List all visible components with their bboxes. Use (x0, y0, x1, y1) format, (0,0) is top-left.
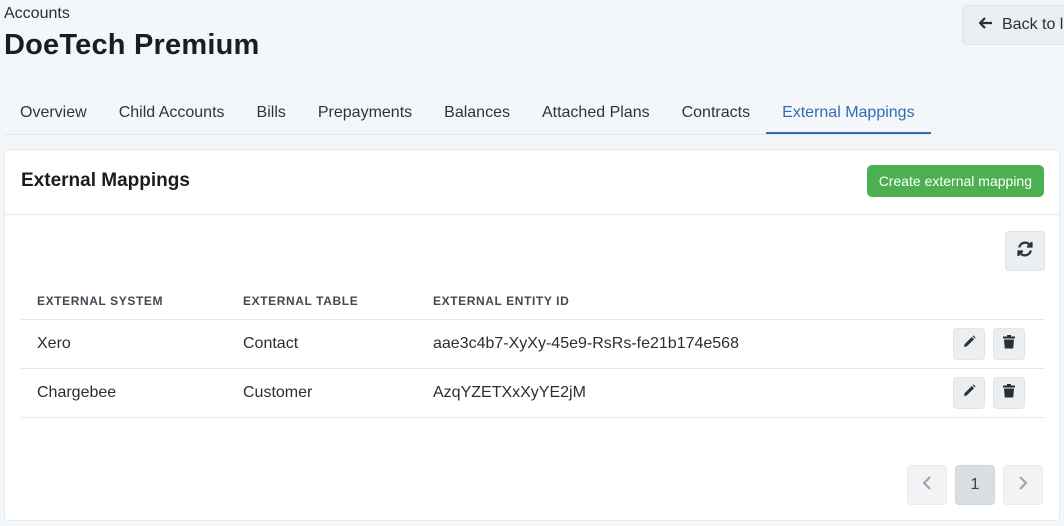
tab-contracts[interactable]: Contracts (666, 96, 766, 134)
table-row: Chargebee Customer AzqYZETXxXyYE2jM (21, 368, 1045, 418)
mappings-table: External System External Table External … (21, 283, 1045, 418)
table-row: Xero Contact aae3c4b7-XyXy-45e9-RsRs-fe2… (21, 319, 1045, 369)
cell-actions (917, 368, 1045, 418)
tab-bar: Overview Child Accounts Bills Prepayment… (4, 96, 931, 135)
tab-prepayments[interactable]: Prepayments (302, 96, 428, 134)
cell-external-table: Contact (227, 319, 417, 369)
next-page-button[interactable] (1003, 465, 1043, 505)
pagination: 1 (907, 465, 1043, 505)
page-title: DoeTech Premium (4, 29, 260, 61)
page-number-button[interactable]: 1 (955, 465, 995, 505)
tab-external-mappings[interactable]: External Mappings (766, 96, 931, 134)
column-header-external-entity-id: External Entity ID (417, 283, 917, 320)
previous-page-button[interactable] (907, 465, 947, 505)
page: Accounts DoeTech Premium Back to l Overv… (0, 0, 1064, 526)
tab-overview[interactable]: Overview (4, 96, 103, 134)
tab-child-accounts[interactable]: Child Accounts (103, 96, 241, 134)
chevron-right-icon (1018, 475, 1028, 495)
trash-icon (1003, 383, 1015, 403)
refresh-button[interactable] (1005, 231, 1045, 271)
cell-external-entity-id: AzqYZETXxXyYE2jM (417, 368, 917, 418)
cell-actions (917, 319, 1045, 369)
chevron-left-icon (922, 475, 932, 495)
cell-external-system: Chargebee (21, 368, 227, 418)
column-header-actions (917, 283, 1045, 320)
delete-button[interactable] (993, 377, 1025, 409)
refresh-icon (1016, 240, 1034, 263)
card-header: External Mappings Create external mappin… (5, 150, 1059, 215)
pencil-icon (962, 383, 976, 403)
tab-balances[interactable]: Balances (428, 96, 526, 134)
arrow-left-icon (978, 16, 993, 34)
cell-external-entity-id: aae3c4b7-XyXy-45e9-RsRs-fe21b174e568 (417, 319, 917, 369)
back-button[interactable]: Back to l (962, 5, 1064, 45)
edit-button[interactable] (953, 328, 985, 360)
tab-bills[interactable]: Bills (241, 96, 302, 134)
cell-external-table: Customer (227, 368, 417, 418)
tab-attached-plans[interactable]: Attached Plans (526, 96, 666, 134)
breadcrumb[interactable]: Accounts (4, 4, 70, 24)
trash-icon (1003, 334, 1015, 354)
cell-external-system: Xero (21, 319, 227, 369)
column-header-external-system: External System (21, 283, 227, 320)
pencil-icon (962, 334, 976, 354)
delete-button[interactable] (993, 328, 1025, 360)
external-mappings-card: External Mappings Create external mappin… (4, 149, 1060, 521)
create-external-mapping-button[interactable]: Create external mapping (866, 165, 1044, 197)
edit-button[interactable] (953, 377, 985, 409)
back-button-label: Back to l (1002, 16, 1064, 33)
table-header-row: External System External Table External … (21, 283, 1045, 320)
card-title: External Mappings (21, 170, 190, 191)
column-header-external-table: External Table (227, 283, 417, 320)
